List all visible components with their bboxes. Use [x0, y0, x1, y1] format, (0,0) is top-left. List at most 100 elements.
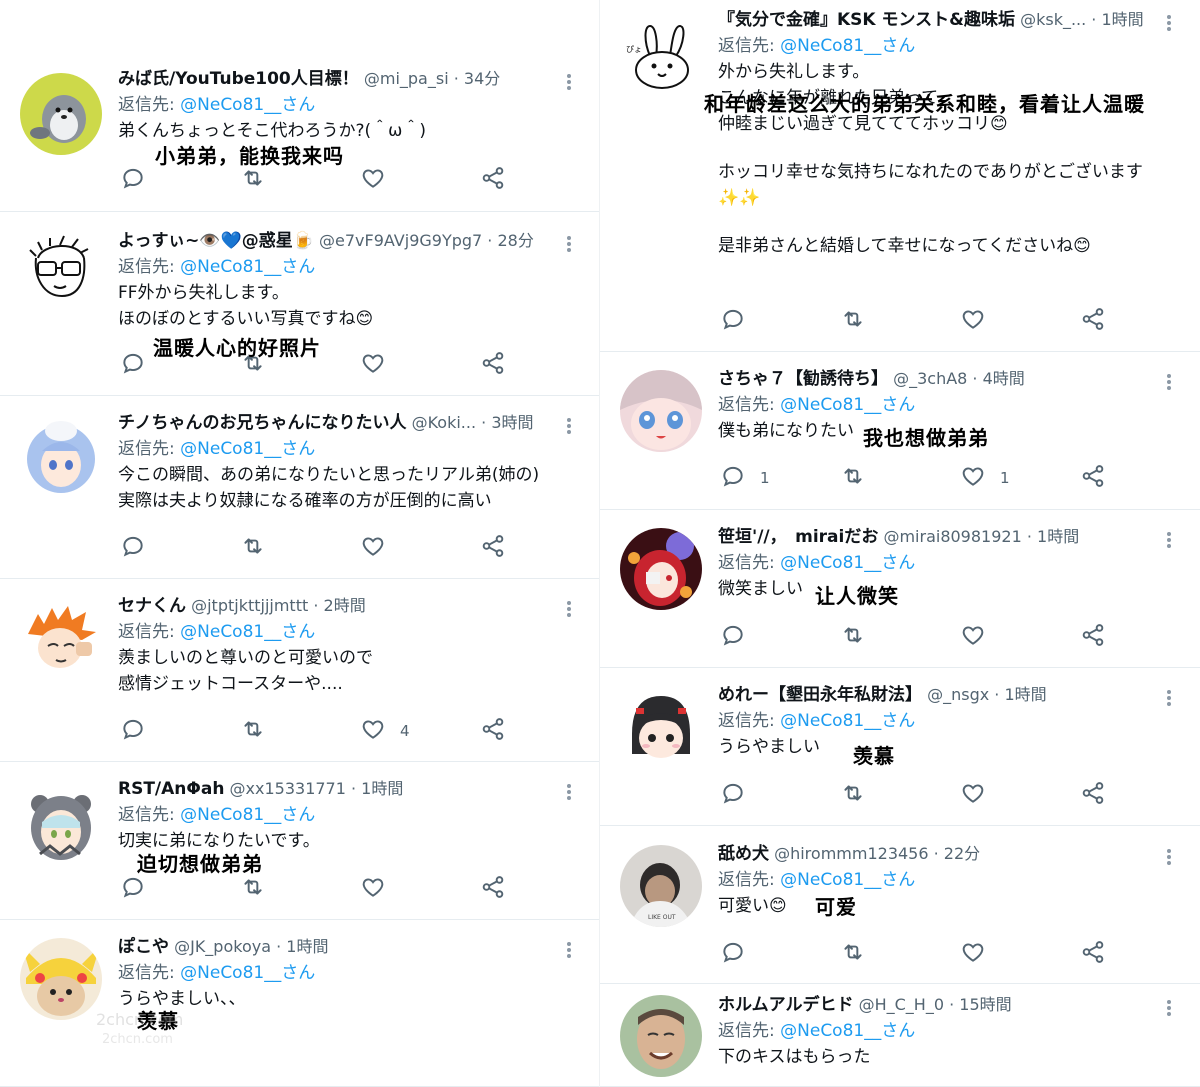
more-options-icon[interactable] — [566, 599, 572, 619]
share-icon[interactable] — [1080, 306, 1106, 336]
display-name[interactable]: RST/AnΦah — [118, 779, 224, 799]
reply-icon[interactable] — [120, 350, 146, 380]
share-button[interactable] — [1080, 622, 1106, 652]
reply-mention-link[interactable]: @NeCo81__さん — [780, 553, 915, 573]
retweet-icon[interactable] — [240, 874, 266, 904]
display-name[interactable]: ぽこや — [118, 937, 169, 957]
timestamp[interactable]: 22分 — [944, 844, 980, 863]
reply-button[interactable] — [120, 350, 146, 380]
timestamp[interactable]: 4時間 — [983, 369, 1025, 388]
timestamp[interactable]: 28分 — [497, 231, 533, 250]
more-options-icon[interactable] — [566, 72, 572, 92]
reply-button[interactable] — [120, 716, 146, 746]
reply-tweet[interactable]: 笹垣'//， miraiだお @mirai80981921 · 1時間 返信先: … — [600, 511, 1200, 668]
anime-girl-blue-hair-avatar[interactable] — [20, 415, 102, 497]
display-name[interactable]: 笹垣'//， miraiだお — [718, 527, 878, 547]
share-button[interactable] — [480, 533, 506, 563]
more-options-icon[interactable] — [566, 234, 572, 254]
reply-tweet[interactable]: LIKE OUT 舐め犬 @hirommm123456 · 22分 返信先: @Ne… — [600, 827, 1200, 984]
share-icon[interactable] — [1080, 463, 1106, 493]
rabbit-sketch-avatar[interactable]: ぴょ — [620, 20, 702, 102]
user-handle[interactable]: @hirommm123456 — [774, 844, 928, 863]
reply-icon[interactable] — [720, 780, 746, 810]
reply-icon[interactable] — [120, 533, 146, 563]
more-options-icon[interactable] — [1166, 688, 1172, 708]
reply-tweet[interactable]: ホルムアルデヒド @H_C_H_0 · 15時間 返信先: @NeCo81__さん… — [600, 985, 1200, 1087]
share-icon[interactable] — [480, 350, 506, 380]
retweet-icon[interactable] — [240, 716, 266, 746]
display-name[interactable]: セナくん — [118, 596, 186, 616]
share-icon[interactable] — [1080, 780, 1106, 810]
bear-hood-anime-avatar[interactable] — [20, 784, 102, 866]
more-options-icon[interactable] — [1166, 847, 1172, 867]
share-button[interactable] — [1080, 463, 1106, 493]
reply-tweet[interactable]: よっすぃ~👁️💙@惑星🍺 @e7vF9AVj9G9Ypg7 · 28分 返信先: … — [0, 213, 600, 396]
like-icon[interactable] — [360, 165, 386, 195]
reply-tweet[interactable]: チノちゃんのお兄ちゃんになりたい人 @Koki... · 3時間 返信先: @Ne… — [0, 397, 600, 579]
display-name[interactable]: 舐め犬 — [718, 844, 769, 864]
reply-mention-link[interactable]: @NeCo81__さん — [780, 870, 915, 890]
like-icon[interactable] — [360, 533, 386, 563]
timestamp[interactable]: 1時間 — [361, 779, 403, 798]
share-icon[interactable] — [1080, 939, 1106, 969]
timestamp[interactable]: 1時間 — [1004, 685, 1046, 704]
more-options-icon[interactable] — [566, 782, 572, 802]
more-options-icon[interactable] — [1166, 998, 1172, 1018]
retweet-button[interactable] — [240, 165, 266, 195]
reply-icon[interactable] — [120, 165, 146, 195]
smiling-man-avatar[interactable] — [620, 995, 702, 1077]
display-name[interactable]: 『気分で金確』KSK モンスト&趣味垢 — [718, 10, 1015, 30]
reply-icon[interactable] — [720, 622, 746, 652]
glasses-sketch-avatar[interactable] — [20, 228, 102, 310]
reply-mention-link[interactable]: @NeCo81__さん — [780, 395, 915, 415]
reply-icon[interactable] — [720, 939, 746, 969]
user-handle[interactable]: @Koki... — [412, 413, 476, 432]
user-handle[interactable]: @H_C_H_0 — [859, 995, 944, 1014]
reply-tweet[interactable]: めれー【墾田永年私財法】 @_nsgx · 1時間 返信先: @NeCo81__さ… — [600, 669, 1200, 826]
share-icon[interactable] — [480, 165, 506, 195]
share-button[interactable] — [480, 716, 506, 746]
retweet-button[interactable] — [240, 533, 266, 563]
like-icon[interactable] — [960, 939, 986, 969]
retweet-icon[interactable] — [840, 780, 866, 810]
retweet-button[interactable] — [240, 716, 266, 746]
more-options-icon[interactable] — [1166, 530, 1172, 550]
retweet-icon[interactable] — [240, 165, 266, 195]
reply-icon[interactable] — [720, 463, 746, 493]
reply-button[interactable] — [120, 874, 146, 904]
like-icon[interactable] — [960, 463, 986, 493]
retweet-button[interactable] — [840, 622, 866, 652]
timestamp[interactable]: 34分 — [464, 69, 500, 88]
reply-tweet[interactable]: ぴょ 『気分で金確』KSK モンスト&趣味垢 @ksk_... · 1時間 返信先:… — [600, 0, 1200, 352]
like-icon[interactable] — [960, 780, 986, 810]
penguin-avatar[interactable] — [20, 73, 102, 155]
like-button[interactable]: 1 — [960, 463, 1010, 493]
like-icon[interactable] — [960, 306, 986, 336]
like-button[interactable] — [360, 874, 386, 904]
like-button[interactable] — [360, 350, 386, 380]
reply-tweet[interactable]: みば氏/YouTube100人目標！ @mi_pa_si · 34分 返信先: @… — [0, 60, 600, 212]
user-handle[interactable]: @ksk_... — [1020, 10, 1086, 29]
display-name[interactable]: よっすぃ~👁️💙@惑星🍺 — [118, 231, 314, 251]
anime-blue-eyes-avatar[interactable] — [620, 370, 702, 452]
reply-mention-link[interactable]: @NeCo81__さん — [180, 439, 315, 459]
retweet-icon[interactable] — [240, 533, 266, 563]
display-name[interactable]: さちゃ７【勧誘待ち】 — [718, 369, 888, 389]
share-button[interactable] — [1080, 939, 1106, 969]
reply-button[interactable]: 1 — [720, 463, 770, 493]
retweet-button[interactable] — [840, 306, 866, 336]
user-handle[interactable]: @_nsgx — [927, 685, 989, 704]
share-button[interactable] — [1080, 306, 1106, 336]
like-button[interactable] — [360, 533, 386, 563]
share-button[interactable] — [480, 874, 506, 904]
retweet-button[interactable] — [840, 463, 866, 493]
timestamp[interactable]: 2時間 — [324, 596, 366, 615]
reply-icon[interactable] — [720, 306, 746, 336]
reply-icon[interactable] — [120, 874, 146, 904]
reply-tweet[interactable]: セナくん @jtptjkttjjjmttt · 2時間 返信先: @NeCo81_… — [0, 580, 600, 762]
reply-mention-link[interactable]: @NeCo81__さん — [180, 95, 315, 115]
reply-icon[interactable] — [120, 716, 146, 746]
reply-mention-link[interactable]: @NeCo81__さん — [780, 711, 915, 731]
like-icon[interactable] — [360, 716, 386, 746]
reply-mention-link[interactable]: @NeCo81__さん — [780, 1021, 915, 1041]
